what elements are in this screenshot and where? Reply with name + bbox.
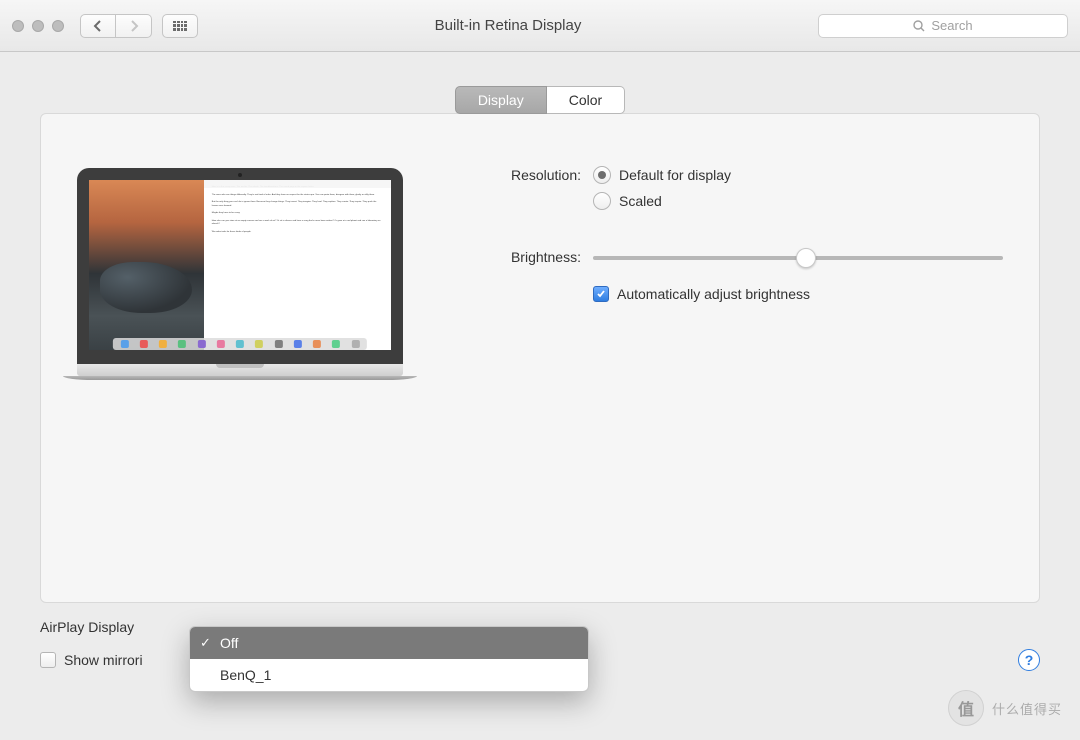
display-preview: Here's to the crazy ones. The misfits. T… [77, 164, 417, 602]
settings-controls: Resolution: Default for display Scaled B… [453, 164, 1003, 602]
resolution-default-label: Default for display [619, 167, 731, 183]
resolution-label: Resolution: [453, 166, 593, 218]
window-title: Built-in Retina Display [208, 17, 808, 34]
laptop-graphic: Here's to the crazy ones. The misfits. T… [77, 168, 403, 380]
airplay-option-benq[interactable]: BenQ_1 [190, 659, 588, 691]
window-controls [12, 20, 64, 32]
slider-thumb[interactable] [796, 248, 816, 268]
show-all-button[interactable] [162, 14, 198, 38]
search-placeholder: Search [931, 18, 972, 33]
minimize-button[interactable] [32, 20, 44, 32]
toolbar: Built-in Retina Display Search [0, 0, 1080, 52]
search-field[interactable]: Search [818, 14, 1068, 38]
zoom-button[interactable] [52, 20, 64, 32]
watermark-text: 什么值得买 [992, 699, 1062, 718]
resolution-scaled-label: Scaled [619, 193, 662, 209]
main-area: Display Color Here's to the crazy ones. … [0, 52, 1080, 603]
tab-bar: Display Color [40, 86, 1040, 114]
mirroring-checkbox[interactable] [40, 652, 56, 668]
checkbox-on-icon [593, 286, 609, 302]
search-icon [913, 20, 925, 32]
auto-brightness-label: Automatically adjust brightness [617, 286, 810, 302]
brightness-label: Brightness: [453, 248, 593, 302]
settings-panel: Here's to the crazy ones. The misfits. T… [40, 113, 1040, 603]
watermark-badge: 值 [948, 690, 984, 726]
nav-segment [80, 14, 152, 38]
resolution-scaled-option[interactable]: Scaled [593, 192, 1003, 210]
back-button[interactable] [80, 14, 116, 38]
radio-on-icon [593, 166, 611, 184]
airplay-display-label: AirPlay Display [40, 619, 134, 635]
help-button[interactable]: ? [1018, 649, 1040, 671]
auto-brightness-option[interactable]: Automatically adjust brightness [593, 286, 1003, 302]
tab-display[interactable]: Display [455, 86, 547, 114]
airplay-option-off[interactable]: Off [190, 627, 588, 659]
resolution-default-option[interactable]: Default for display [593, 166, 1003, 184]
tab-color[interactable]: Color [547, 86, 625, 114]
grid-icon [173, 21, 187, 31]
airplay-dropdown: Off BenQ_1 [189, 626, 589, 692]
watermark: 值 什么值得买 [948, 690, 1062, 726]
close-button[interactable] [12, 20, 24, 32]
brightness-slider[interactable] [593, 248, 1003, 268]
forward-button[interactable] [116, 14, 152, 38]
mirroring-label: Show mirrori [64, 652, 143, 668]
radio-off-icon [593, 192, 611, 210]
